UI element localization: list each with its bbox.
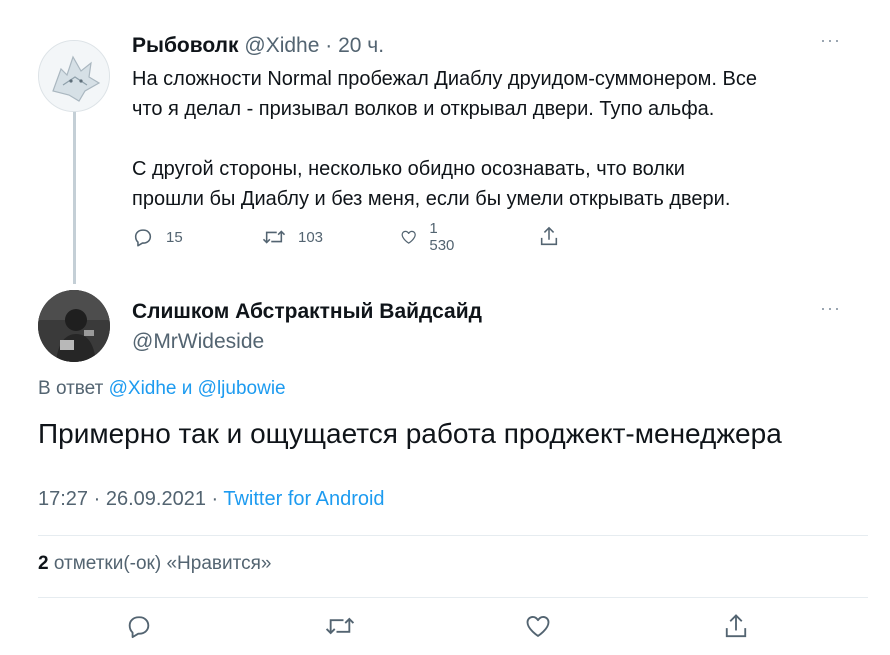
tweet2-time[interactable]: 17:27 xyxy=(38,488,88,510)
thread-line xyxy=(73,108,76,284)
reply-button[interactable] xyxy=(125,612,153,640)
tweet1-header: Рыбоволк @Xidhe · 20 ч. xyxy=(132,34,384,58)
reply-to-and: и xyxy=(176,378,198,399)
retweet-count: 103 xyxy=(298,228,324,246)
tweet1-author-name[interactable]: Рыбоволк xyxy=(132,34,239,57)
reply-to-user-ljubowie[interactable]: @ljubowie xyxy=(198,378,286,399)
tweet1-text: На сложности Normal пробежал Диаблу друи… xyxy=(132,64,832,214)
tweet1-time[interactable]: 20 ч. xyxy=(338,34,384,57)
wolf-avatar-image xyxy=(39,41,109,111)
tweet2-meta: 17:27 · 26.09.2021 · Twitter for Android xyxy=(38,488,385,511)
retweet-icon xyxy=(262,230,286,244)
tweet2-likes-label: отметки(-ок) «Нравится» xyxy=(48,553,272,574)
meta-separator: · xyxy=(205,488,224,510)
meta-separator: · xyxy=(88,488,106,510)
tweet2-date[interactable]: 26.09.2021 xyxy=(106,488,206,510)
like-button[interactable]: 1 530 xyxy=(400,220,459,254)
retweet-button[interactable] xyxy=(324,612,356,640)
divider xyxy=(38,597,868,598)
retweet-button[interactable]: 103 xyxy=(262,222,323,252)
tweet1-line: что я делал - призывал волков и открывал… xyxy=(132,98,715,120)
person-avatar-image xyxy=(38,290,110,362)
tweet1-handle[interactable]: @Xidhe xyxy=(244,34,319,57)
tweet2-likes-count: 2 xyxy=(38,553,49,574)
reply-to-line: В ответ @Xidhe и @ljubowie xyxy=(38,378,286,400)
like-icon xyxy=(401,230,416,244)
tweet2-handle[interactable]: @MrWideside xyxy=(132,330,264,354)
tweet1-separator: · xyxy=(325,34,333,57)
like-button[interactable] xyxy=(524,612,552,640)
tweet2-author-name[interactable]: Слишком Абстрактный Вайдсайд xyxy=(132,300,482,324)
like-icon xyxy=(526,615,550,637)
retweet-icon xyxy=(325,617,355,635)
tweet2-text: Примерно так и ощущается работа проджект… xyxy=(38,418,782,449)
avatar-rybovolk[interactable] xyxy=(38,40,110,112)
tweet1-line: С другой стороны, несколько обидно осозн… xyxy=(132,158,685,180)
share-button[interactable] xyxy=(538,222,560,252)
reply-to-prefix: В ответ xyxy=(38,378,109,399)
divider xyxy=(38,535,868,536)
share-icon xyxy=(540,226,558,246)
reply-icon xyxy=(128,616,150,639)
reply-count: 15 xyxy=(166,228,183,246)
like-count: 1 530 xyxy=(429,220,455,254)
tweet1-line: На сложности Normal пробежал Диаблу друи… xyxy=(132,68,757,90)
reply-icon xyxy=(134,229,152,247)
reply-to-user-xidhe[interactable]: @Xidhe xyxy=(109,378,177,399)
avatar-mrwideside[interactable] xyxy=(38,290,110,362)
tweet2-likes-summary[interactable]: 2 отметки(-ок) «Нравится» xyxy=(38,553,271,575)
more-icon[interactable]: ··· xyxy=(820,298,841,319)
tweet2-source[interactable]: Twitter for Android xyxy=(223,488,384,510)
reply-button[interactable]: 15 xyxy=(132,222,183,252)
tweet1-line: прошли бы Диаблу и без меня, если бы уме… xyxy=(132,188,731,210)
more-icon[interactable]: ··· xyxy=(820,30,841,51)
share-button[interactable] xyxy=(722,612,750,640)
share-icon xyxy=(725,614,747,638)
